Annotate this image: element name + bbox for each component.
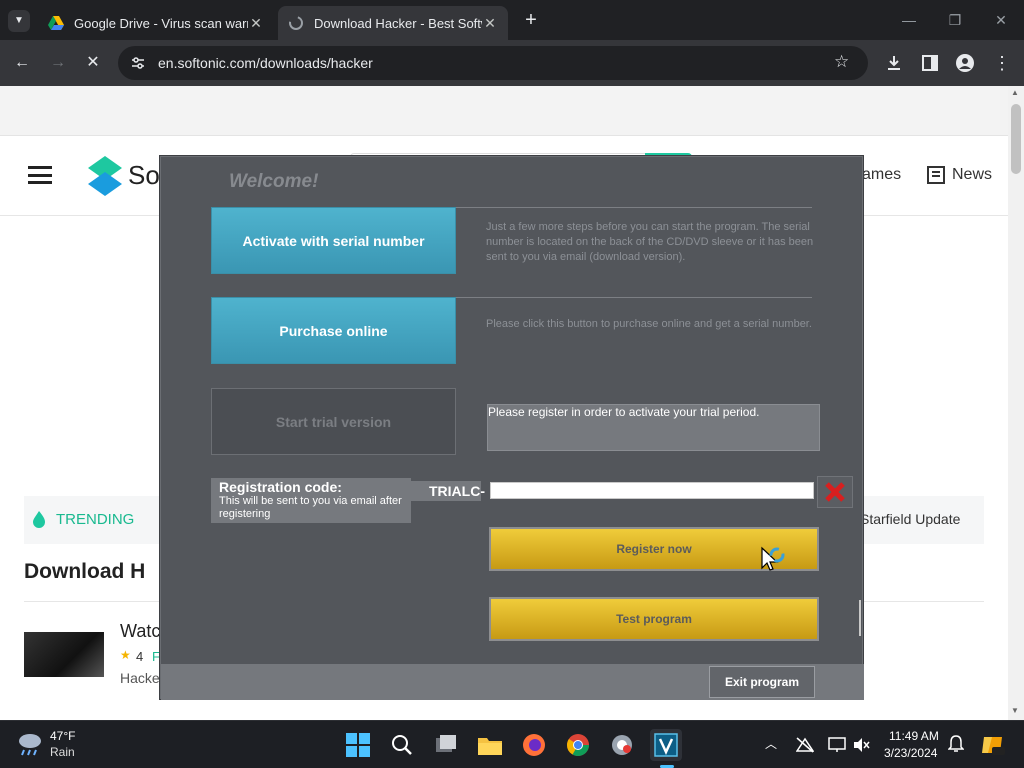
app-title[interactable]: Watc (120, 621, 160, 642)
clear-code-button[interactable] (817, 476, 853, 508)
weather-desc[interactable]: Rain (50, 745, 75, 759)
chrome-button[interactable] (562, 729, 594, 761)
separator (456, 297, 812, 298)
dialog-title: Welcome! (229, 171, 319, 192)
red-x-icon (825, 482, 845, 502)
back-arrow-icon[interactable]: ← (11, 52, 33, 74)
taskbar-search-button[interactable] (386, 729, 418, 761)
profile-icon[interactable] (955, 53, 975, 73)
google-drive-icon (48, 16, 64, 30)
start-trial-button[interactable]: Start trial version (211, 388, 456, 455)
tab-title: Google Drive - Virus scan warnin (74, 15, 248, 31)
site-logo-text: So (128, 160, 160, 190)
weather-temp[interactable]: 47°F (50, 729, 75, 743)
registration-code-subtitle: This will be sent to you via email after… (219, 495, 402, 520)
separator (456, 207, 812, 208)
kebab-menu-icon[interactable]: ⋮ (991, 52, 1013, 74)
rating-star-icon: ★ (120, 648, 131, 662)
nav-games-link[interactable]: ames (862, 166, 901, 184)
ad-banner (0, 86, 1008, 136)
trending-item[interactable]: Starfield Update (860, 511, 960, 527)
download-icon[interactable] (884, 53, 904, 73)
minimize-icon[interactable]: — (894, 8, 924, 32)
task-view-button[interactable] (430, 729, 462, 761)
copilot-pre-icon[interactable] (980, 733, 1006, 757)
tab-title: Download Hacker - Best Softwa (314, 15, 482, 31)
trending-label: TRENDING (56, 511, 135, 528)
purchase-online-button[interactable]: Purchase online (211, 297, 456, 364)
registration-prefix: TRIALC- (429, 483, 485, 499)
scroll-up-arrow-icon[interactable]: ▲ (1011, 88, 1019, 97)
clock-date[interactable]: 3/23/2024 (884, 746, 937, 760)
app-rating-suffix: F (152, 649, 160, 664)
registration-code-title: Registration code: (219, 479, 342, 495)
close-tab-icon[interactable]: ✕ (248, 15, 264, 32)
nav-news-link[interactable]: News (952, 166, 992, 184)
installer-icon (612, 735, 632, 755)
sidebar-gap-line (859, 600, 861, 636)
show-hidden-icons-chevron-icon[interactable]: ︿ (765, 735, 777, 752)
close-tab-icon[interactable]: ✕ (482, 15, 498, 32)
tab-download-hacker[interactable]: Download Hacker - Best Softwa ✕ (278, 6, 508, 40)
purchase-description: Please click this button to purchase onl… (486, 318, 812, 330)
softonic-logo-icon[interactable] (88, 156, 122, 196)
search-icon (392, 735, 412, 755)
tab-search-button[interactable]: ▼ (8, 10, 30, 32)
registration-code-input[interactable] (490, 482, 814, 499)
active-app-button[interactable] (650, 729, 682, 761)
browser-tab-bar: ▼ Google Drive - Virus scan warnin ✕ Dow… (0, 0, 1024, 40)
scrollbar-thumb[interactable] (1011, 104, 1021, 174)
firefox-button[interactable] (518, 729, 550, 761)
firefox-icon (523, 734, 545, 756)
stop-loading-icon[interactable]: ✕ (82, 52, 104, 74)
hamburger-menu-icon[interactable] (28, 166, 52, 184)
flame-icon (33, 511, 45, 528)
address-bar[interactable]: en.softonic.com/downloads/hacker ☆ (118, 46, 868, 80)
browser-toolbar: ← → ✕ en.softonic.com/downloads/hacker ☆… (0, 40, 1024, 86)
tab-google-drive[interactable]: Google Drive - Virus scan warnin ✕ (38, 6, 274, 40)
folder-icon (478, 738, 502, 755)
bookmark-star-icon[interactable]: ☆ (834, 52, 849, 72)
url-text: en.softonic.com/downloads/hacker (158, 55, 373, 71)
site-info-icon[interactable] (130, 55, 146, 71)
app-thumbnail[interactable] (24, 632, 104, 677)
loading-spinner-icon (289, 16, 303, 30)
volume-muted-icon[interactable] (852, 737, 870, 753)
display-icon[interactable] (828, 737, 846, 753)
notification-bell-icon[interactable] (948, 735, 964, 753)
activate-serial-button[interactable]: Activate with serial number (211, 207, 456, 274)
section-title: Download H (24, 560, 146, 583)
new-tab-button[interactable]: + (520, 8, 542, 32)
busy-cursor-icon (761, 546, 785, 571)
registration-dialog: Welcome! Activate with serial number Jus… (160, 156, 864, 700)
file-explorer-button[interactable] (474, 729, 506, 761)
app-rating: 4 (136, 649, 144, 664)
page-scrollbar[interactable] (1008, 86, 1024, 720)
exit-program-button[interactable]: Exit program (709, 666, 815, 698)
close-window-icon[interactable]: ✕ (986, 8, 1016, 32)
start-button[interactable] (342, 729, 374, 761)
v-app-icon (654, 733, 678, 757)
windows-logo-icon (346, 733, 370, 757)
clock-time[interactable]: 11:49 AM (889, 729, 939, 743)
restore-icon[interactable]: ❐ (940, 8, 970, 32)
test-program-button[interactable]: Test program (489, 597, 819, 641)
network-disconnected-icon[interactable] (796, 737, 814, 753)
windows-taskbar: 47°F Rain ︿ 11:49 AM 3/23/2024 (0, 720, 1024, 768)
installer-app-button[interactable] (606, 729, 638, 761)
task-view-icon (436, 735, 456, 752)
scroll-down-arrow-icon[interactable]: ▼ (1011, 706, 1019, 715)
weather-rain-icon[interactable] (16, 731, 44, 757)
side-panel-icon[interactable] (920, 53, 940, 73)
chrome-icon (567, 734, 589, 756)
app-subtitle: Hacke (120, 670, 160, 686)
trial-message: Please register in order to activate you… (488, 405, 760, 419)
news-icon (927, 166, 945, 184)
forward-arrow-icon[interactable]: → (47, 52, 69, 74)
activate-description: Just a few more steps before you can sta… (486, 221, 814, 263)
